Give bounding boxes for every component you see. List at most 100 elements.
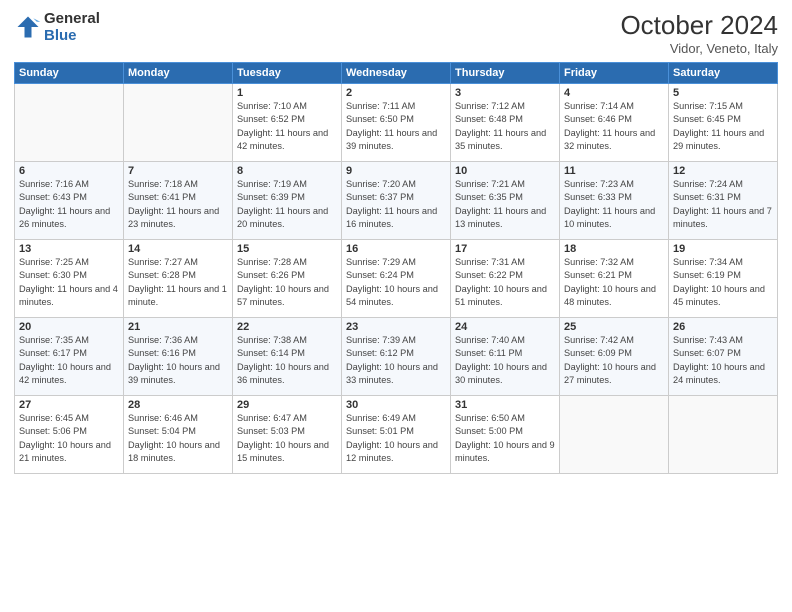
day-info: Sunrise: 7:38 AMSunset: 6:14 PMDaylight:…	[237, 334, 337, 387]
calendar-cell: 11Sunrise: 7:23 AMSunset: 6:33 PMDayligh…	[560, 162, 669, 240]
week-row-4: 20Sunrise: 7:35 AMSunset: 6:17 PMDayligh…	[15, 318, 778, 396]
day-info: Sunrise: 7:10 AMSunset: 6:52 PMDaylight:…	[237, 100, 337, 153]
day-info: Sunrise: 6:47 AMSunset: 5:03 PMDaylight:…	[237, 412, 337, 465]
day-info: Sunrise: 7:43 AMSunset: 6:07 PMDaylight:…	[673, 334, 773, 387]
calendar-cell	[669, 396, 778, 474]
calendar-cell: 10Sunrise: 7:21 AMSunset: 6:35 PMDayligh…	[451, 162, 560, 240]
calendar-cell: 16Sunrise: 7:29 AMSunset: 6:24 PMDayligh…	[342, 240, 451, 318]
calendar-table: Sunday Monday Tuesday Wednesday Thursday…	[14, 62, 778, 474]
calendar-cell: 30Sunrise: 6:49 AMSunset: 5:01 PMDayligh…	[342, 396, 451, 474]
day-number: 21	[128, 321, 228, 333]
calendar-cell	[124, 84, 233, 162]
header-row: Sunday Monday Tuesday Wednesday Thursday…	[15, 63, 778, 84]
page-header: General Blue October 2024 Vidor, Veneto,…	[14, 10, 778, 56]
day-number: 1	[237, 87, 337, 99]
calendar-cell	[560, 396, 669, 474]
calendar-page: General Blue October 2024 Vidor, Veneto,…	[0, 0, 792, 612]
calendar-cell: 25Sunrise: 7:42 AMSunset: 6:09 PMDayligh…	[560, 318, 669, 396]
calendar-cell: 24Sunrise: 7:40 AMSunset: 6:11 PMDayligh…	[451, 318, 560, 396]
col-friday: Friday	[560, 63, 669, 84]
week-row-3: 13Sunrise: 7:25 AMSunset: 6:30 PMDayligh…	[15, 240, 778, 318]
day-info: Sunrise: 6:46 AMSunset: 5:04 PMDaylight:…	[128, 412, 228, 465]
calendar-cell: 20Sunrise: 7:35 AMSunset: 6:17 PMDayligh…	[15, 318, 124, 396]
calendar-cell: 7Sunrise: 7:18 AMSunset: 6:41 PMDaylight…	[124, 162, 233, 240]
day-number: 5	[673, 87, 773, 99]
col-sunday: Sunday	[15, 63, 124, 84]
calendar-cell: 6Sunrise: 7:16 AMSunset: 6:43 PMDaylight…	[15, 162, 124, 240]
day-info: Sunrise: 7:27 AMSunset: 6:28 PMDaylight:…	[128, 256, 228, 309]
day-info: Sunrise: 7:34 AMSunset: 6:19 PMDaylight:…	[673, 256, 773, 309]
day-info: Sunrise: 7:28 AMSunset: 6:26 PMDaylight:…	[237, 256, 337, 309]
calendar-cell: 31Sunrise: 6:50 AMSunset: 5:00 PMDayligh…	[451, 396, 560, 474]
day-number: 23	[346, 321, 446, 333]
day-number: 11	[564, 165, 664, 177]
calendar-cell: 21Sunrise: 7:36 AMSunset: 6:16 PMDayligh…	[124, 318, 233, 396]
day-number: 22	[237, 321, 337, 333]
day-number: 7	[128, 165, 228, 177]
calendar-cell: 22Sunrise: 7:38 AMSunset: 6:14 PMDayligh…	[233, 318, 342, 396]
calendar-cell: 3Sunrise: 7:12 AMSunset: 6:48 PMDaylight…	[451, 84, 560, 162]
col-saturday: Saturday	[669, 63, 778, 84]
calendar-cell: 19Sunrise: 7:34 AMSunset: 6:19 PMDayligh…	[669, 240, 778, 318]
day-info: Sunrise: 7:19 AMSunset: 6:39 PMDaylight:…	[237, 178, 337, 231]
col-thursday: Thursday	[451, 63, 560, 84]
day-info: Sunrise: 6:50 AMSunset: 5:00 PMDaylight:…	[455, 412, 555, 465]
calendar-cell: 14Sunrise: 7:27 AMSunset: 6:28 PMDayligh…	[124, 240, 233, 318]
day-number: 9	[346, 165, 446, 177]
day-info: Sunrise: 7:15 AMSunset: 6:45 PMDaylight:…	[673, 100, 773, 153]
day-info: Sunrise: 7:32 AMSunset: 6:21 PMDaylight:…	[564, 256, 664, 309]
week-row-2: 6Sunrise: 7:16 AMSunset: 6:43 PMDaylight…	[15, 162, 778, 240]
calendar-cell: 23Sunrise: 7:39 AMSunset: 6:12 PMDayligh…	[342, 318, 451, 396]
col-tuesday: Tuesday	[233, 63, 342, 84]
logo-icon	[14, 13, 42, 41]
location: Vidor, Veneto, Italy	[620, 41, 778, 56]
day-info: Sunrise: 7:36 AMSunset: 6:16 PMDaylight:…	[128, 334, 228, 387]
calendar-cell: 9Sunrise: 7:20 AMSunset: 6:37 PMDaylight…	[342, 162, 451, 240]
day-number: 2	[346, 87, 446, 99]
day-info: Sunrise: 7:16 AMSunset: 6:43 PMDaylight:…	[19, 178, 119, 231]
calendar-cell: 29Sunrise: 6:47 AMSunset: 5:03 PMDayligh…	[233, 396, 342, 474]
day-number: 10	[455, 165, 555, 177]
day-number: 8	[237, 165, 337, 177]
calendar-cell: 26Sunrise: 7:43 AMSunset: 6:07 PMDayligh…	[669, 318, 778, 396]
week-row-5: 27Sunrise: 6:45 AMSunset: 5:06 PMDayligh…	[15, 396, 778, 474]
day-number: 17	[455, 243, 555, 255]
logo-general: General	[44, 10, 100, 27]
day-number: 20	[19, 321, 119, 333]
calendar-cell: 12Sunrise: 7:24 AMSunset: 6:31 PMDayligh…	[669, 162, 778, 240]
day-info: Sunrise: 7:24 AMSunset: 6:31 PMDaylight:…	[673, 178, 773, 231]
calendar-cell	[15, 84, 124, 162]
calendar-cell: 2Sunrise: 7:11 AMSunset: 6:50 PMDaylight…	[342, 84, 451, 162]
calendar-cell: 28Sunrise: 6:46 AMSunset: 5:04 PMDayligh…	[124, 396, 233, 474]
day-number: 16	[346, 243, 446, 255]
day-number: 14	[128, 243, 228, 255]
day-info: Sunrise: 7:14 AMSunset: 6:46 PMDaylight:…	[564, 100, 664, 153]
day-info: Sunrise: 7:31 AMSunset: 6:22 PMDaylight:…	[455, 256, 555, 309]
day-info: Sunrise: 7:20 AMSunset: 6:37 PMDaylight:…	[346, 178, 446, 231]
week-row-1: 1Sunrise: 7:10 AMSunset: 6:52 PMDaylight…	[15, 84, 778, 162]
day-number: 24	[455, 321, 555, 333]
day-info: Sunrise: 7:29 AMSunset: 6:24 PMDaylight:…	[346, 256, 446, 309]
day-info: Sunrise: 6:45 AMSunset: 5:06 PMDaylight:…	[19, 412, 119, 465]
calendar-cell: 4Sunrise: 7:14 AMSunset: 6:46 PMDaylight…	[560, 84, 669, 162]
day-number: 19	[673, 243, 773, 255]
day-info: Sunrise: 6:49 AMSunset: 5:01 PMDaylight:…	[346, 412, 446, 465]
calendar-cell: 15Sunrise: 7:28 AMSunset: 6:26 PMDayligh…	[233, 240, 342, 318]
day-number: 4	[564, 87, 664, 99]
day-number: 27	[19, 399, 119, 411]
title-block: October 2024 Vidor, Veneto, Italy	[620, 10, 778, 56]
calendar-cell: 13Sunrise: 7:25 AMSunset: 6:30 PMDayligh…	[15, 240, 124, 318]
day-number: 18	[564, 243, 664, 255]
day-info: Sunrise: 7:21 AMSunset: 6:35 PMDaylight:…	[455, 178, 555, 231]
day-info: Sunrise: 7:25 AMSunset: 6:30 PMDaylight:…	[19, 256, 119, 309]
logo: General Blue	[14, 10, 100, 44]
day-info: Sunrise: 7:40 AMSunset: 6:11 PMDaylight:…	[455, 334, 555, 387]
calendar-cell: 8Sunrise: 7:19 AMSunset: 6:39 PMDaylight…	[233, 162, 342, 240]
day-info: Sunrise: 7:42 AMSunset: 6:09 PMDaylight:…	[564, 334, 664, 387]
logo-text: General Blue	[44, 10, 100, 44]
day-number: 31	[455, 399, 555, 411]
day-number: 25	[564, 321, 664, 333]
logo-blue: Blue	[44, 27, 100, 44]
day-info: Sunrise: 7:18 AMSunset: 6:41 PMDaylight:…	[128, 178, 228, 231]
day-number: 29	[237, 399, 337, 411]
